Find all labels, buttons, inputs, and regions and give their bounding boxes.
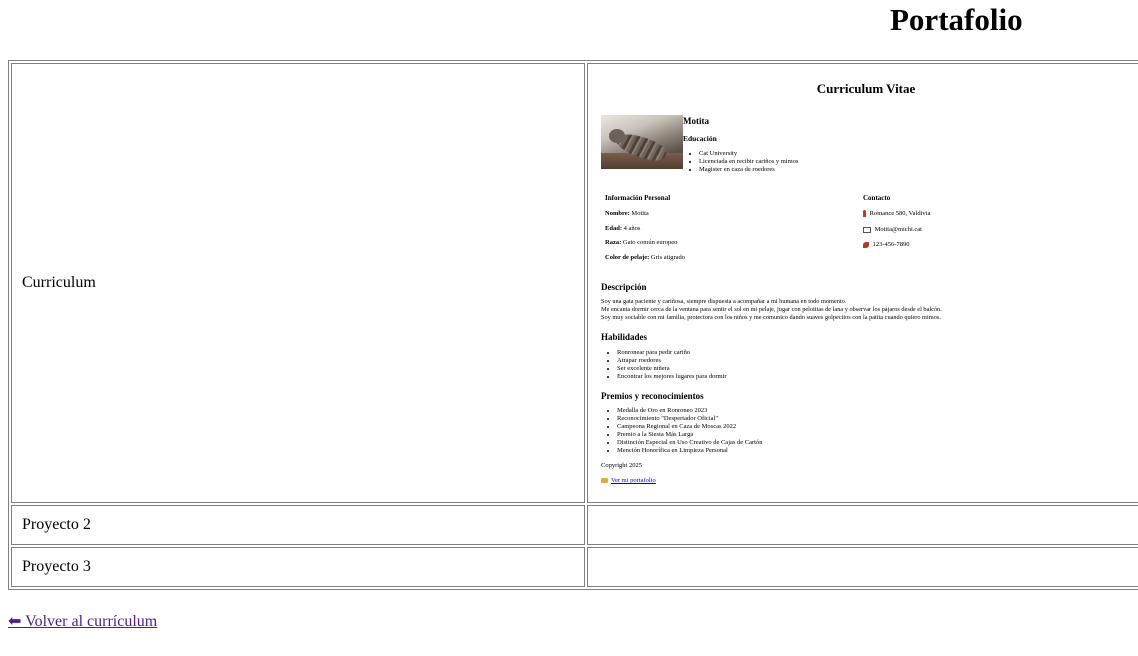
description-text: Soy una gata paciente y cariñosa, siempr… bbox=[601, 298, 942, 322]
awards-title: Premios y reconocimientos bbox=[601, 391, 704, 401]
copyright: Copyright 2025 bbox=[601, 462, 642, 469]
table-row: Curriculum Curriculum Vitae Motita Educa… bbox=[11, 63, 1138, 503]
skills-list: Ronronear para pedir cariño Atrapar roed… bbox=[601, 349, 727, 381]
project-2-content bbox=[587, 505, 1138, 545]
awards-list: Medalla de Oro en Ronroneo 2023 Reconoci… bbox=[601, 407, 763, 455]
info-name: Nombre: Motita bbox=[605, 210, 649, 217]
phone-icon bbox=[863, 241, 869, 248]
info-age-label: Edad: bbox=[605, 225, 622, 232]
page-title: Portafolio bbox=[890, 2, 1023, 37]
portfolio-table: Curriculum Curriculum Vitae Motita Educa… bbox=[8, 60, 1138, 590]
info-color-label: Color de pelaje: bbox=[605, 254, 650, 261]
contact-title: Contacto bbox=[863, 194, 891, 202]
contact-phone-text: 123-456-7890 bbox=[872, 241, 910, 248]
project-3-content bbox=[587, 547, 1138, 587]
contact-address-text: Romance 580, Valdivia bbox=[869, 210, 931, 217]
description-line: Soy una gata paciente y cariñosa, siempr… bbox=[601, 298, 847, 305]
info-name-label: Nombre: bbox=[605, 210, 630, 217]
contact-address: Romance 580, Valdivia bbox=[863, 210, 931, 218]
personal-info-title: Información Personal bbox=[605, 194, 671, 202]
info-breed-value: Gato común europeo bbox=[622, 239, 678, 246]
info-age: Edad: 4 años bbox=[605, 225, 640, 232]
info-name-value: Motita bbox=[631, 210, 649, 217]
contact-email: Motita@michi.cat bbox=[863, 226, 922, 233]
list-item: Campeona Regional en Caza de Moscas 2022 bbox=[617, 423, 763, 431]
list-item: Cat University bbox=[699, 150, 798, 158]
list-item: Distinción Especial en Uso Creativo de C… bbox=[617, 439, 763, 447]
info-breed: Raza: Gato común europeo bbox=[605, 239, 677, 246]
contact-email-text: Motita@michi.cat bbox=[874, 226, 922, 233]
curriculum-vitae: Curriculum Vitae Motita Educación Cat Un… bbox=[588, 64, 1138, 502]
info-color: Color de pelaje: Gris atigrado bbox=[605, 254, 685, 261]
back-to-curriculum-link[interactable]: ⬅ Volver al currículum bbox=[8, 611, 157, 631]
info-color-value: Gris atigrado bbox=[650, 254, 686, 261]
folder-icon bbox=[601, 478, 608, 484]
cat-photo-head bbox=[609, 129, 625, 143]
cat-photo bbox=[601, 115, 683, 169]
table-row: Proyecto 3 bbox=[11, 547, 1138, 587]
education-list: Cat University Licenciada en recibir car… bbox=[683, 150, 798, 174]
contact-phone: 123-456-7890 bbox=[863, 241, 909, 248]
cv-preview: Curriculum Vitae Motita Educación Cat Un… bbox=[587, 63, 1138, 503]
cv-name: Motita bbox=[683, 116, 709, 126]
row-label-proyecto-3: Proyecto 3 bbox=[11, 547, 585, 587]
cv-title: Curriculum Vitae bbox=[816, 81, 916, 96]
description-title: Descripción bbox=[601, 282, 647, 292]
description-line: Me encanta dormir cerca de la ventana pa… bbox=[601, 306, 942, 313]
info-age-value: 4 años bbox=[623, 225, 641, 232]
education-title: Educación bbox=[683, 134, 717, 143]
list-item: Encontrar los mejores lugares para dormi… bbox=[617, 373, 727, 381]
list-item: Mención Honorífica en Limpieza Personal bbox=[617, 447, 763, 455]
list-item: Reconocimiento "Despertador Oficial" bbox=[617, 415, 763, 423]
description-line: Soy muy sociable con mi familia, protect… bbox=[601, 314, 941, 321]
portfolio-link[interactable]: Ver mi portafolio bbox=[601, 477, 656, 484]
portfolio-link-label: Ver mi portafolio bbox=[611, 477, 656, 484]
row-label-curriculum: Curriculum bbox=[11, 63, 585, 503]
pin-icon bbox=[863, 210, 866, 218]
list-item: Medalla de Oro en Ronroneo 2023 bbox=[617, 407, 763, 415]
list-item: Licenciada en recibir cariños y mimos bbox=[699, 158, 798, 166]
info-breed-label: Raza: bbox=[605, 239, 622, 246]
list-item: Magister en caza de roedores bbox=[699, 166, 798, 174]
mail-icon bbox=[863, 226, 871, 233]
list-item: Ronronear para pedir cariño bbox=[617, 349, 727, 357]
skills-title: Habilidades bbox=[601, 332, 648, 342]
row-label-proyecto-2: Proyecto 2 bbox=[11, 505, 585, 545]
list-item: Atrapar roedores bbox=[617, 357, 727, 365]
list-item: Premio a la Siesta Más Larga bbox=[617, 431, 763, 439]
list-item: Ser excelente niñera bbox=[617, 365, 727, 373]
table-row: Proyecto 2 bbox=[11, 505, 1138, 545]
